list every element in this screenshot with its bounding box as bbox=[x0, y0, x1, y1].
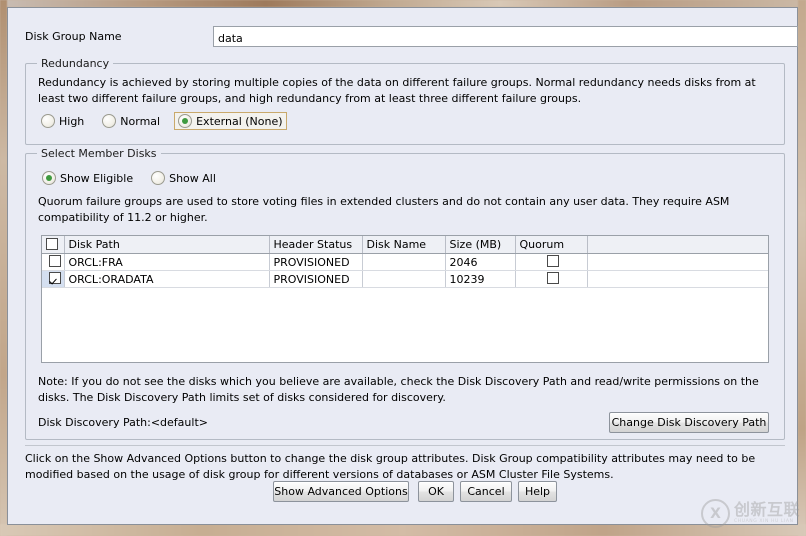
column-header-select-all[interactable] bbox=[42, 236, 65, 254]
quorum-note-text: Quorum failure groups are used to store … bbox=[38, 195, 730, 224]
cell-quorum[interactable] bbox=[515, 270, 588, 288]
cell-disk-path: ORCL:FRA bbox=[64, 253, 270, 271]
table-row[interactable]: ORCL:ORADATA PROVISIONED 10239 bbox=[42, 270, 768, 288]
radio-circle-icon bbox=[41, 114, 55, 128]
cell-filler bbox=[587, 270, 768, 288]
checkbox-icon[interactable] bbox=[547, 272, 559, 284]
redundancy-description: Redundancy is achieved by storing multip… bbox=[38, 76, 756, 105]
advanced-options-note: Click on the Show Advanced Options butto… bbox=[25, 452, 756, 481]
cell-disk-name bbox=[362, 253, 446, 271]
show-advanced-options-button[interactable]: Show Advanced Options bbox=[273, 481, 409, 502]
column-header-filler bbox=[587, 236, 768, 254]
checkbox-icon[interactable] bbox=[48, 255, 61, 267]
radio-circle-selected-icon bbox=[42, 171, 56, 185]
member-disks-table-container[interactable]: Disk Path Header Status Disk Name Size (… bbox=[41, 235, 769, 363]
watermark-name-en: CHUANG XIN HU LIAN bbox=[733, 519, 794, 525]
row-select-checkbox-cell[interactable] bbox=[42, 270, 65, 288]
cell-size-mb: 2046 bbox=[445, 253, 516, 271]
row-select-checkbox-cell[interactable] bbox=[42, 253, 65, 271]
watermark-name-cn: 创新互联 bbox=[733, 500, 800, 520]
radio-label: High bbox=[59, 114, 85, 128]
desktop-background-left bbox=[0, 0, 7, 536]
change-disk-discovery-path-button[interactable]: Change Disk Discovery Path bbox=[609, 412, 769, 433]
desktop-background-bottom bbox=[0, 524, 806, 536]
disk-discovery-note: Note: If you do not see the disks which … bbox=[38, 375, 759, 404]
column-header-disk-path[interactable]: Disk Path bbox=[64, 236, 270, 254]
watermark-text: 创新互联 CHUANG XIN HU LIAN bbox=[734, 502, 800, 525]
checkbox-icon[interactable] bbox=[46, 237, 58, 250]
redundancy-group-title: Redundancy bbox=[37, 57, 114, 70]
column-header-header-status[interactable]: Header Status bbox=[269, 236, 363, 254]
radio-redundancy-external[interactable]: External (None) bbox=[174, 112, 287, 130]
footer-divider bbox=[25, 445, 785, 446]
radio-label: Show All bbox=[169, 171, 216, 185]
table-header-row: Disk Path Header Status Disk Name Size (… bbox=[42, 236, 768, 254]
radio-redundancy-normal[interactable]: Normal bbox=[98, 112, 164, 130]
disk-group-name-label: Disk Group Name bbox=[25, 30, 122, 43]
disk-discovery-path-value: Disk Discovery Path:<default> bbox=[38, 416, 208, 429]
cancel-button[interactable]: Cancel bbox=[460, 481, 512, 502]
create-disk-group-dialog: Disk Group Name Redundancy Redundancy is… bbox=[7, 7, 798, 525]
help-button[interactable]: Help bbox=[518, 481, 557, 502]
watermark-logo-icon: X bbox=[700, 499, 730, 528]
disk-group-name-row: Disk Group Name bbox=[25, 26, 798, 48]
radio-label: Normal bbox=[120, 114, 161, 128]
redundancy-radio-group: High Normal External (None) bbox=[37, 112, 297, 130]
select-member-disks-title: Select Member Disks bbox=[37, 147, 161, 160]
desktop-background-top bbox=[0, 0, 806, 7]
table-row[interactable]: ORCL:FRA PROVISIONED 2046 bbox=[42, 253, 768, 271]
radio-label: External (None) bbox=[196, 114, 283, 128]
radio-circle-icon bbox=[151, 171, 166, 185]
cell-size-mb: 10239 bbox=[445, 270, 516, 288]
desktop-background-right bbox=[798, 0, 806, 536]
cell-filler bbox=[587, 253, 768, 271]
radio-circle-icon bbox=[102, 114, 117, 128]
redundancy-group: Redundancy Redundancy is achieved by sto… bbox=[25, 57, 785, 145]
checkbox-checked-icon[interactable] bbox=[48, 272, 61, 284]
radio-label: Show Eligible bbox=[60, 171, 134, 185]
watermark: X 创新互联 CHUANG XIN HU LIAN bbox=[700, 499, 800, 528]
cell-quorum[interactable] bbox=[515, 253, 588, 271]
disk-filter-radio-group: Show Eligible Show All bbox=[38, 169, 230, 187]
radio-redundancy-high[interactable]: High bbox=[37, 112, 88, 130]
member-disks-table: Disk Path Header Status Disk Name Size (… bbox=[42, 236, 768, 288]
ok-button[interactable]: OK bbox=[418, 481, 454, 502]
column-header-quorum[interactable]: Quorum bbox=[515, 236, 588, 254]
cell-disk-name bbox=[362, 270, 446, 288]
radio-show-eligible[interactable]: Show Eligible bbox=[38, 169, 137, 187]
cell-disk-path: ORCL:ORADATA bbox=[64, 270, 270, 288]
disk-group-name-input[interactable] bbox=[213, 26, 798, 47]
cell-header-status: PROVISIONED bbox=[269, 270, 363, 288]
checkbox-icon[interactable] bbox=[547, 255, 559, 267]
column-header-size-mb[interactable]: Size (MB) bbox=[445, 236, 516, 254]
column-header-disk-name[interactable]: Disk Name bbox=[362, 236, 446, 254]
radio-circle-selected-icon bbox=[178, 114, 193, 128]
radio-show-all[interactable]: Show All bbox=[147, 169, 220, 187]
cell-header-status: PROVISIONED bbox=[269, 253, 363, 271]
